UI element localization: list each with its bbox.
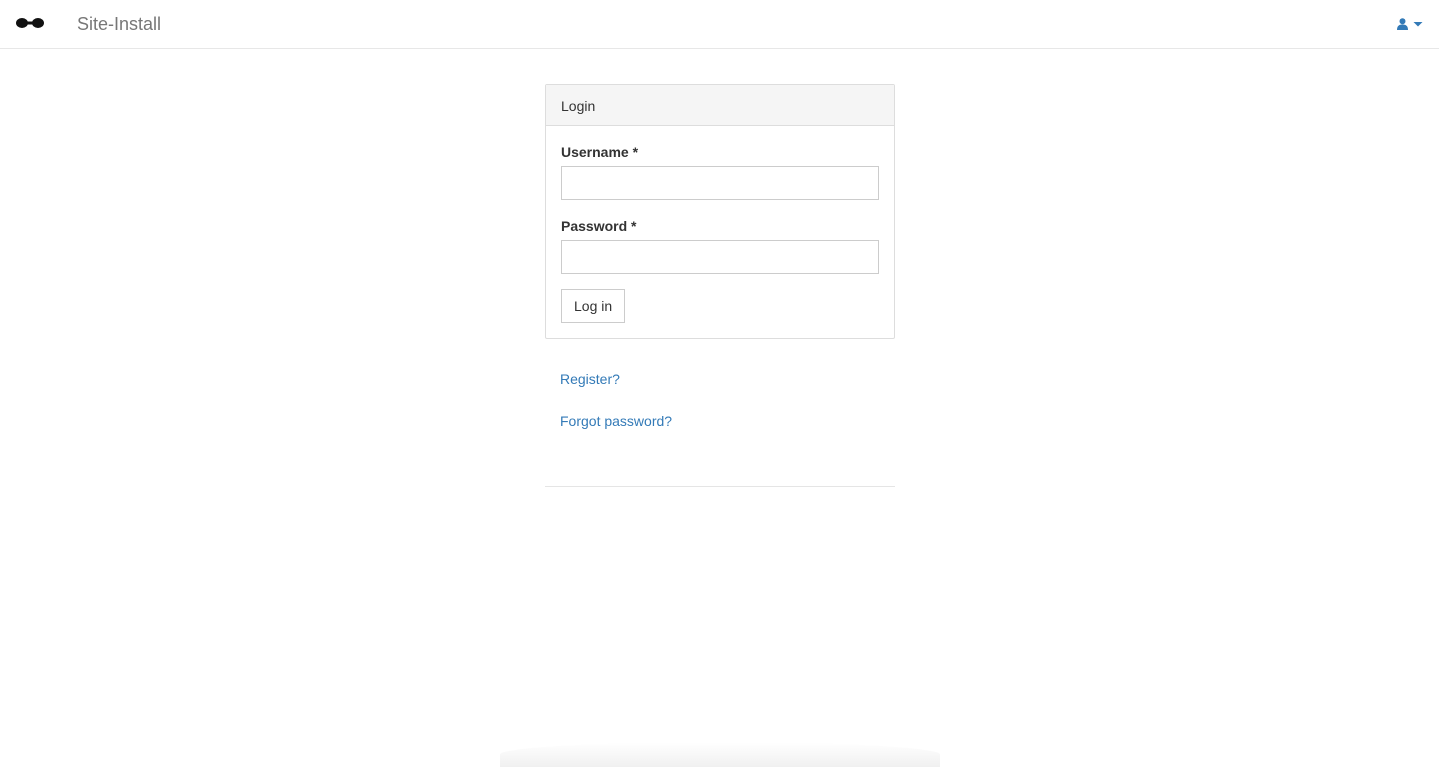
site-title[interactable]: Site-Install — [77, 13, 161, 35]
password-label: Password * — [561, 218, 637, 234]
username-label: Username * — [561, 144, 639, 160]
password-input[interactable] — [561, 240, 879, 274]
login-button[interactable]: Log in — [561, 289, 626, 323]
username-input[interactable] — [561, 166, 879, 200]
bottom-shadow — [500, 742, 940, 767]
top-navbar: Site-Install — [0, 0, 1439, 49]
user-menu-toggle[interactable] — [1397, 16, 1424, 32]
user-icon — [1397, 18, 1408, 30]
panel-heading: Login — [546, 85, 894, 126]
divider — [545, 486, 895, 487]
caret-down-icon — [1413, 22, 1423, 27]
login-panel: Login Username * Password * Log in — [545, 84, 895, 339]
bowtie-logo-icon[interactable] — [16, 16, 44, 30]
register-link[interactable]: Register? — [560, 370, 620, 388]
forgot-password-link[interactable]: Forgot password? — [560, 412, 672, 430]
